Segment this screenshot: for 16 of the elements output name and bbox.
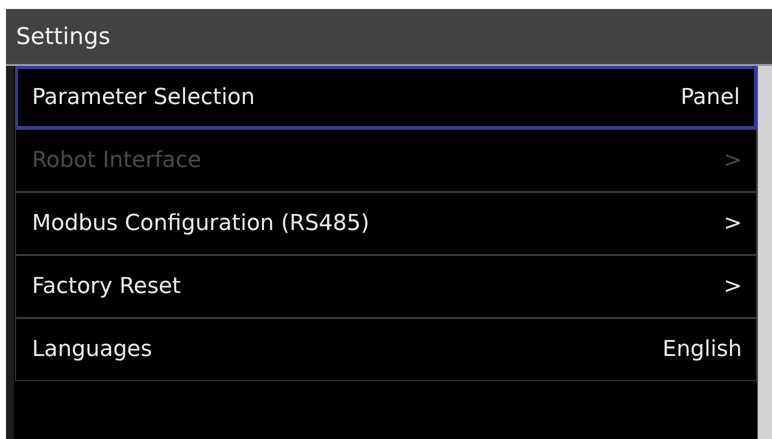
settings-item[interactable]: Languages English <box>15 318 757 381</box>
item-value: > <box>724 148 742 173</box>
settings-item[interactable]: Parameter Selection Panel <box>15 66 757 129</box>
item-label: Parameter Selection <box>32 85 255 110</box>
scrollbar[interactable] <box>757 66 772 439</box>
settings-item[interactable]: Factory Reset > <box>15 255 757 318</box>
item-label: Languages <box>32 337 152 362</box>
item-label: Factory Reset <box>32 274 181 299</box>
item-value: > <box>724 274 742 299</box>
item-label: Robot Interface <box>32 148 202 173</box>
item-value: English <box>662 337 742 362</box>
item-value: Panel <box>680 85 740 110</box>
item-label: Modbus Configuration (RS485) <box>32 211 370 236</box>
settings-item[interactable]: Modbus Configuration (RS485) > <box>15 192 757 255</box>
window-title: Settings <box>6 9 772 66</box>
item-value: > <box>724 211 742 236</box>
